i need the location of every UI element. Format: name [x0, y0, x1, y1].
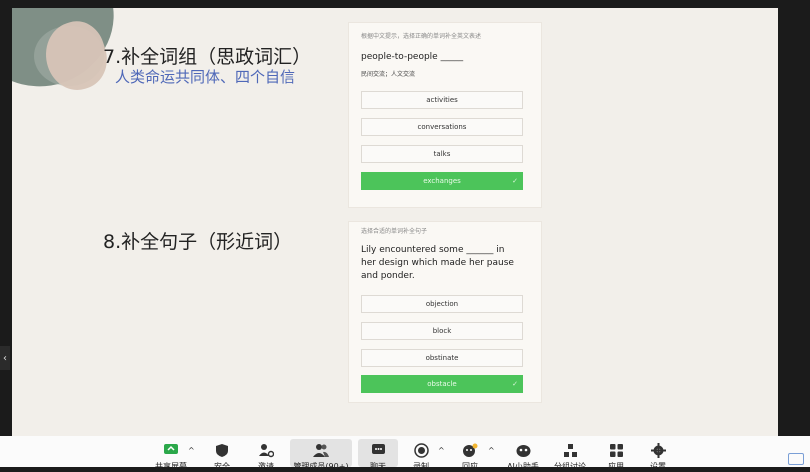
add-user-icon [257, 442, 275, 458]
record-button[interactable]: 录制 [404, 440, 438, 471]
option-label: obstacle [427, 380, 457, 388]
participants-icon [312, 442, 330, 458]
settings-button[interactable]: 设置 [640, 440, 676, 471]
apps-button[interactable]: 应用 [598, 440, 634, 471]
card-instruction: 根据中文提示，选择正确的单词补全英文表述 [361, 33, 482, 40]
reactions-button[interactable]: 回应 [452, 440, 488, 471]
participants-button[interactable]: 管理成员(90+) [290, 440, 352, 471]
chevron-up-icon[interactable]: ^ [188, 446, 195, 455]
q7-heading: 7.补全词组（思政词汇） [103, 46, 312, 68]
option-button[interactable]: conversations [361, 118, 523, 136]
ai-assistant-button[interactable]: AI小助手 [502, 440, 544, 471]
option-button[interactable]: talks [361, 145, 523, 163]
breakout-button[interactable]: 分组讨论 [550, 440, 590, 471]
card-instruction: 选择合适的单词补全句子 [361, 228, 428, 235]
check-icon: ✓ [512, 380, 518, 388]
option-button[interactable]: block [361, 322, 523, 340]
card-hint: 民间交流；人文交流 [361, 71, 416, 78]
invite-button[interactable]: 邀请 [248, 440, 284, 471]
q8-heading: 8.补全句子（形近词） [103, 231, 293, 253]
option-button[interactable]: activities [361, 91, 523, 109]
chat-button[interactable]: 聊天 [358, 440, 398, 471]
question-card-8: 选择合适的单词补全句子 Lily encountered some ______… [348, 221, 542, 403]
q7-subheading: 人类命运共同体、四个自信 [115, 68, 296, 86]
option-button[interactable]: obstinate [361, 349, 523, 367]
option-label: exchanges [423, 177, 461, 185]
side-panel-toggle[interactable]: ‹ [0, 346, 10, 370]
fullscreen-icon[interactable] [788, 453, 804, 465]
option-button[interactable]: objection [361, 295, 523, 313]
option-button-selected[interactable]: exchanges ✓ [361, 172, 523, 190]
gear-icon [649, 442, 667, 458]
chevron-up-icon[interactable]: ^ [438, 446, 445, 455]
security-button[interactable]: 安全 [204, 440, 240, 471]
chevron-up-icon[interactable]: ^ [488, 446, 495, 455]
apps-icon [607, 442, 625, 458]
share-screen-icon [162, 442, 180, 458]
reaction-icon [461, 442, 479, 458]
shield-icon [213, 442, 231, 458]
meeting-toolbar: 共享屏幕 ^ 安全 邀请 管理成员(90+) 聊天 录制 ^ 回应 ^ AI小助… [0, 436, 810, 471]
shared-slide: 7.补全词组（思政词汇） 人类命运共同体、四个自信 8.补全句子（形近词） 根据… [12, 8, 778, 436]
chevron-left-icon: ‹ [3, 352, 7, 364]
card-prompt: people-to-people _____ [361, 52, 464, 62]
chat-icon [369, 442, 387, 458]
option-button-selected[interactable]: obstacle ✓ [361, 375, 523, 393]
breakout-icon [561, 442, 579, 458]
check-icon: ✓ [512, 177, 518, 185]
question-card-7: 根据中文提示，选择正确的单词补全英文表述 people-to-people __… [348, 22, 542, 208]
ai-assistant-icon [514, 442, 532, 458]
card-prompt: Lily encountered some ______ in her desi… [361, 245, 514, 281]
record-icon [412, 442, 430, 458]
